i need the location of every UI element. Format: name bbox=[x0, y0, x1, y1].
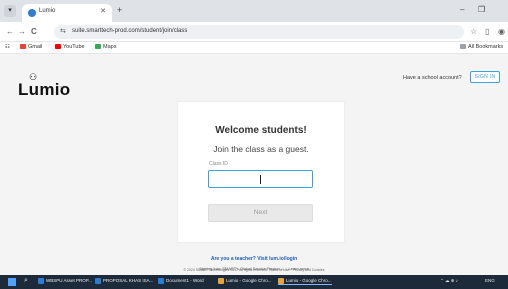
taskbar-app-proposal[interactable]: PROPOSAL KHAS ISA... bbox=[95, 278, 153, 284]
tab-search-menu[interactable]: ▾ bbox=[4, 5, 16, 17]
address-bar[interactable]: ⇆ suite.smarttech-prod.com/student/join/… bbox=[54, 25, 464, 39]
taskbar-app-wbspu[interactable]: WBSPU Asset PROP... bbox=[38, 278, 92, 284]
bookmark-maps[interactable]: Maps bbox=[95, 44, 116, 50]
apps-grid-icon[interactable]: ☷ bbox=[5, 44, 10, 50]
new-tab-button[interactable]: + bbox=[117, 5, 122, 15]
teacher-login-link[interactable]: Are you a teacher? Visit lum.io/login bbox=[0, 256, 508, 262]
system-tray-icons[interactable]: ⌃ ☁ ⊕ ♪ bbox=[440, 278, 458, 284]
gmail-icon bbox=[20, 44, 26, 50]
folder-icon bbox=[460, 44, 466, 50]
close-tab-icon[interactable]: ✕ bbox=[100, 7, 106, 15]
chrome-icon bbox=[218, 278, 224, 284]
maximize-button[interactable]: ❐ bbox=[478, 5, 485, 14]
browser-toolbar: ← → C ⇆ suite.smarttech-prod.com/student… bbox=[0, 22, 508, 42]
taskbar-app-chrome-1[interactable]: Lumio - Google Chro... bbox=[218, 278, 272, 284]
browser-tab-strip: ▾ Lumio ✕ + – ❐ bbox=[0, 0, 508, 22]
reload-button[interactable]: C bbox=[31, 27, 37, 36]
word-icon bbox=[158, 278, 164, 284]
text-caret bbox=[260, 175, 261, 184]
extensions-icon[interactable]: ▯ bbox=[485, 27, 489, 36]
all-bookmarks-button[interactable]: All Bookmarks bbox=[460, 44, 503, 50]
copyright-footer: © 2024 SMART Technologies ULC. All right… bbox=[183, 268, 325, 272]
language-indicator[interactable]: ENG bbox=[485, 278, 495, 283]
tab-title: Lumio bbox=[39, 8, 56, 14]
windows-taskbar: © 2024 SMART Technologies ULC. All right… bbox=[0, 268, 508, 289]
word-icon bbox=[95, 278, 101, 284]
chrome-icon bbox=[278, 278, 284, 284]
forward-button[interactable]: → bbox=[18, 27, 26, 36]
back-button[interactable]: ← bbox=[6, 27, 14, 36]
maps-icon bbox=[95, 44, 101, 50]
lumio-logo-text: Lumio bbox=[18, 80, 71, 99]
trademark-symbol: ™ bbox=[59, 85, 63, 90]
lumio-favicon-icon bbox=[28, 9, 36, 17]
taskbar-app-chrome-2[interactable]: Lumio - Google Chro... bbox=[278, 278, 332, 285]
lumio-join-page: ⚇ Lumio ™ Have a school account? SIGN IN… bbox=[0, 54, 508, 275]
url-text[interactable]: suite.smarttech-prod.com/student/join/cl… bbox=[72, 28, 187, 34]
next-button[interactable]: Next bbox=[208, 204, 313, 222]
windows-start-icon[interactable] bbox=[8, 278, 16, 286]
class-id-label: Class ID bbox=[209, 161, 228, 167]
excel-icon bbox=[38, 278, 44, 284]
lumio-logo: ⚇ Lumio ™ bbox=[18, 72, 70, 99]
welcome-heading: Welcome students! bbox=[215, 125, 307, 136]
search-icon[interactable]: ⌕ bbox=[24, 277, 28, 285]
youtube-icon bbox=[55, 44, 61, 50]
school-account-prompt: Have a school account? bbox=[403, 75, 462, 81]
sign-in-button[interactable]: SIGN IN bbox=[470, 71, 500, 83]
class-id-input[interactable] bbox=[208, 170, 313, 188]
bookmark-youtube[interactable]: YouTube bbox=[55, 44, 85, 50]
guest-subheading: Join the class as a guest. bbox=[213, 144, 309, 154]
profile-icon[interactable]: ◉ bbox=[498, 27, 505, 36]
taskbar-app-document1[interactable]: Document1 - Word bbox=[158, 278, 204, 284]
bookmarks-bar: ☷ Gmail YouTube Maps All Bookmarks bbox=[0, 42, 508, 54]
browser-tab-lumio[interactable]: Lumio ✕ bbox=[22, 4, 112, 22]
site-info-icon[interactable]: ⇆ bbox=[60, 27, 66, 35]
minimize-button[interactable]: – bbox=[460, 5, 464, 14]
bookmark-star-icon[interactable]: ☆ bbox=[470, 27, 477, 36]
join-class-card: Welcome students! Join the class as a gu… bbox=[178, 102, 344, 242]
bookmark-gmail[interactable]: Gmail bbox=[20, 44, 42, 50]
